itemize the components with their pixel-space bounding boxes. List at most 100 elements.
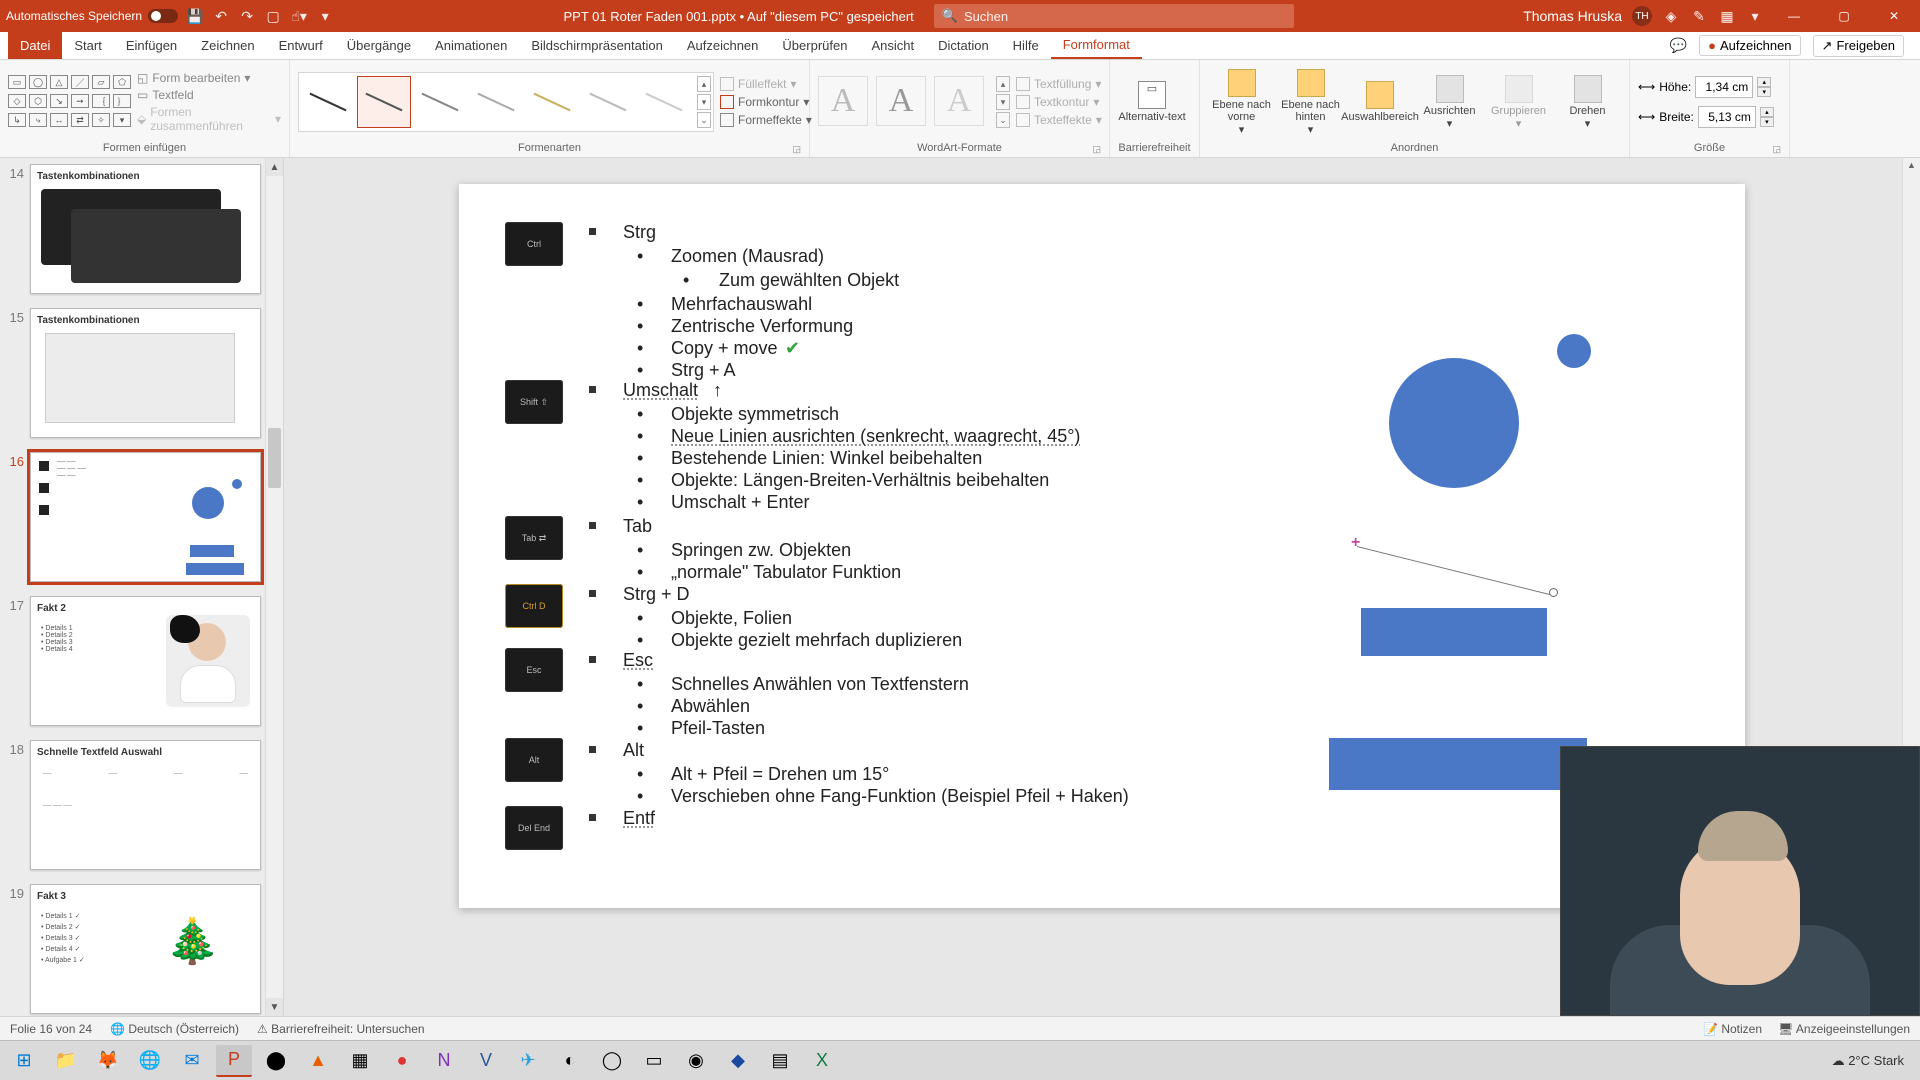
- tab-ansicht[interactable]: Ansicht: [859, 32, 926, 59]
- shape-selected-line[interactable]: [1357, 546, 1551, 595]
- send-backward-button[interactable]: Ebene nach hinten▾: [1277, 69, 1344, 136]
- visio-icon[interactable]: V: [468, 1045, 504, 1077]
- save-icon[interactable]: 💾: [186, 7, 204, 25]
- tab-zeichnen[interactable]: Zeichnen: [189, 32, 266, 59]
- diamond-icon[interactable]: ◈: [1662, 7, 1680, 25]
- thumbnail-15[interactable]: 15 Tastenkombinationen: [6, 308, 261, 438]
- text-fill-button[interactable]: Textfüllung ▾: [1016, 77, 1102, 91]
- shape-small-circle[interactable]: [1557, 334, 1591, 368]
- scroll-handle[interactable]: [268, 428, 281, 488]
- outlook-icon[interactable]: ✉: [174, 1045, 210, 1077]
- record-button[interactable]: ●Aufzeichnen: [1699, 35, 1800, 56]
- comments-icon[interactable]: 💬: [1670, 37, 1687, 54]
- undo-icon[interactable]: ↶: [212, 7, 230, 25]
- app-icon[interactable]: ●: [384, 1045, 420, 1077]
- launcher-icon[interactable]: ◲: [1092, 144, 1101, 155]
- explorer-icon[interactable]: 📁: [48, 1045, 84, 1077]
- spin-down-icon[interactable]: ▾: [1757, 87, 1771, 97]
- shape-effects-button[interactable]: Formeffekte ▾: [720, 113, 812, 127]
- text-effects-button[interactable]: Texteffekte ▾: [1016, 113, 1102, 127]
- app-icon[interactable]: ⬤: [258, 1045, 294, 1077]
- height-input[interactable]: [1695, 76, 1753, 98]
- spin-up-icon[interactable]: ▴: [1757, 77, 1771, 87]
- vlc-icon[interactable]: ▲: [300, 1045, 336, 1077]
- user-avatar[interactable]: TH: [1632, 6, 1652, 26]
- alt-text-button[interactable]: ▭Alternativ-text: [1118, 81, 1186, 123]
- bring-forward-button[interactable]: Ebene nach vorne▾: [1208, 69, 1275, 136]
- thumbnail-scrollbar[interactable]: ▲ ▼: [265, 158, 283, 1016]
- share-button[interactable]: ↗Freigeben: [1813, 35, 1904, 57]
- thumbnail-16[interactable]: 16 ── ──── ── ──── ──: [6, 452, 261, 582]
- tab-uebergaenge[interactable]: Übergänge: [335, 32, 423, 59]
- width-input[interactable]: [1698, 106, 1756, 128]
- tab-animationen[interactable]: Animationen: [423, 32, 519, 59]
- tab-entwurf[interactable]: Entwurf: [267, 32, 335, 59]
- status-a11y[interactable]: ⚠ Barrierefreiheit: Untersuchen: [257, 1022, 425, 1036]
- tab-aufzeichnen[interactable]: Aufzeichnen: [675, 32, 771, 59]
- tab-datei[interactable]: Datei: [8, 32, 62, 59]
- status-language[interactable]: 🌐 Deutsch (Österreich): [110, 1022, 239, 1036]
- textbox-button[interactable]: ▭ Textfeld: [137, 88, 281, 102]
- selection-handle-end[interactable]: [1549, 588, 1558, 597]
- redo-icon[interactable]: ↷: [238, 7, 256, 25]
- height-field[interactable]: ⟷Höhe: ▴▾: [1638, 76, 1774, 98]
- line-style-gallery[interactable]: ▴▾⌄: [298, 72, 714, 132]
- app-icon[interactable]: ◆: [720, 1045, 756, 1077]
- chrome-icon[interactable]: 🌐: [132, 1045, 168, 1077]
- autosave-toggle[interactable]: Automatisches Speichern: [6, 9, 178, 23]
- app-icon[interactable]: ▭: [636, 1045, 672, 1077]
- thumbnail-14[interactable]: 14 Tastenkombinationen: [6, 164, 261, 294]
- scroll-up-icon[interactable]: ▲: [266, 158, 283, 176]
- app-icon[interactable]: ◯: [594, 1045, 630, 1077]
- align-button[interactable]: Ausrichten▾: [1416, 75, 1483, 130]
- shape-big-circle[interactable]: [1389, 358, 1519, 488]
- wordart-gallery[interactable]: AAA ▴▾⌄: [818, 76, 1010, 128]
- spin-up-icon[interactable]: ▴: [1760, 107, 1774, 117]
- merge-shapes-button[interactable]: ⬙ Formen zusammenführen ▾: [137, 105, 281, 133]
- launcher-icon[interactable]: ◲: [1772, 144, 1781, 155]
- firefox-icon[interactable]: 🦊: [90, 1045, 126, 1077]
- qat-more-icon[interactable]: ▾: [316, 7, 334, 25]
- thumbnail-18[interactable]: 18 Schnelle Textfeld Auswahl ──────── ──…: [6, 740, 261, 870]
- shape-outline-button[interactable]: Formkontur ▾: [720, 95, 812, 109]
- display-settings-button[interactable]: 🖥 Anzeigeeinstellungen: [1778, 1022, 1910, 1036]
- onenote-icon[interactable]: N: [426, 1045, 462, 1077]
- tab-bildschirmpraesentation[interactable]: Bildschirmpräsentation: [519, 32, 675, 59]
- slide[interactable]: Ctrl Shift ⇧ Tab ⇄ Ctrl D Esc Alt Del En…: [459, 184, 1745, 908]
- scroll-down-icon[interactable]: ▼: [266, 998, 283, 1016]
- touch-mode-icon[interactable]: ☝︎▾: [290, 7, 308, 25]
- tab-formformat[interactable]: Formformat: [1051, 32, 1142, 59]
- toggle-switch[interactable]: [148, 9, 178, 23]
- close-button[interactable]: ✕: [1874, 2, 1914, 30]
- start-button[interactable]: ⊞: [6, 1045, 42, 1077]
- window-layout-icon[interactable]: ▦: [1718, 7, 1736, 25]
- excel-icon[interactable]: X: [804, 1045, 840, 1077]
- notes-button[interactable]: 📝 Notizen: [1703, 1022, 1762, 1036]
- start-slideshow-icon[interactable]: ▢: [264, 7, 282, 25]
- group-button[interactable]: Gruppieren▾: [1485, 75, 1552, 130]
- selection-handle-start[interactable]: +: [1351, 534, 1360, 552]
- search-box[interactable]: 🔍 Suchen: [934, 4, 1294, 28]
- shape-fill-button[interactable]: Fülleffekt ▾: [720, 77, 812, 91]
- shape-rectangle-2[interactable]: [1329, 738, 1587, 790]
- telegram-icon[interactable]: ✈: [510, 1045, 546, 1077]
- maximize-button[interactable]: ▢: [1824, 2, 1864, 30]
- ribbon-dropdown-icon[interactable]: ▾: [1746, 7, 1764, 25]
- pen-icon[interactable]: ✎: [1690, 7, 1708, 25]
- tab-hilfe[interactable]: Hilfe: [1001, 32, 1051, 59]
- tab-start[interactable]: Start: [62, 32, 113, 59]
- width-field[interactable]: ⟷Breite: ▴▾: [1638, 106, 1774, 128]
- tab-einfuegen[interactable]: Einfügen: [114, 32, 189, 59]
- rotate-button[interactable]: Drehen▾: [1554, 75, 1621, 130]
- minimize-button[interactable]: —: [1774, 2, 1814, 30]
- spin-down-icon[interactable]: ▾: [1760, 117, 1774, 127]
- text-outline-button[interactable]: Textkontur ▾: [1016, 95, 1102, 109]
- shape-gallery[interactable]: ▭◯△／▱⬠ ◇⬡↘➙｛｝ ↳⤷↔⇄✧▾: [8, 75, 131, 129]
- edit-shape-button[interactable]: ◱ Form bearbeiten ▾: [137, 71, 281, 85]
- tab-ueberpruefen[interactable]: Überprüfen: [770, 32, 859, 59]
- launcher-icon[interactable]: ◲: [792, 144, 801, 155]
- app-icon[interactable]: ◉: [678, 1045, 714, 1077]
- tab-dictation[interactable]: Dictation: [926, 32, 1001, 59]
- weather-widget[interactable]: ☁ 2°C Stark: [1832, 1053, 1904, 1069]
- shape-rectangle-1[interactable]: [1361, 608, 1547, 656]
